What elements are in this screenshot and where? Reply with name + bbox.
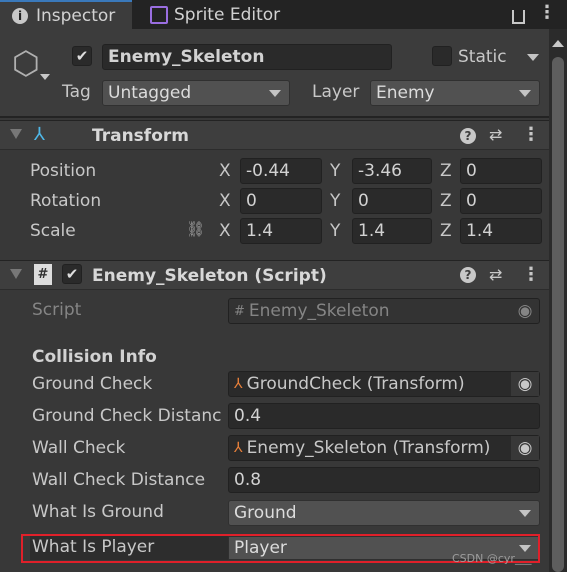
rotation-y-input[interactable]: 0	[352, 188, 432, 214]
presets-icon[interactable]: ⇄	[489, 265, 502, 284]
axis-label-y[interactable]: Y	[330, 191, 340, 211]
more-icon[interactable]: ⋮	[538, 2, 556, 23]
wall-check-field[interactable]: ⅄ Enemy_Skeleton (Transform) ◉	[228, 435, 540, 461]
check-icon: ✔	[75, 47, 89, 65]
check-icon: ✔	[65, 265, 79, 283]
axis-label-z[interactable]: Z	[440, 161, 452, 181]
foldout-arrow-icon[interactable]	[10, 269, 22, 279]
rotation-label: Rotation	[30, 191, 102, 211]
what-is-ground-label: What Is Ground	[32, 502, 164, 522]
rotation-x-input[interactable]: 0	[240, 188, 322, 214]
lock-icon[interactable]	[512, 10, 525, 24]
script-file-icon: #	[34, 264, 52, 285]
more-icon[interactable]: ⋮	[522, 124, 540, 145]
layer-dropdown[interactable]: Enemy	[370, 80, 540, 106]
scale-label: Scale	[30, 221, 76, 241]
tab-sprite-editor[interactable]: Sprite Editor	[150, 0, 280, 29]
tag-label: Tag	[62, 82, 91, 102]
axis-label-x[interactable]: X	[219, 191, 231, 211]
transform-icon: ⅄	[234, 376, 243, 392]
tag-dropdown[interactable]: Untagged	[102, 80, 290, 106]
position-y-input[interactable]: -3.46	[352, 158, 432, 184]
gameobject-cube-icon[interactable]: ⬡	[12, 44, 40, 82]
object-picker-icon[interactable]: ◉	[511, 436, 539, 460]
chevron-down-icon	[519, 510, 531, 517]
ground-check-value: GroundCheck (Transform)	[246, 374, 465, 394]
position-label: Position	[30, 161, 97, 181]
tab-inspector[interactable]: i Inspector	[0, 0, 132, 29]
wall-check-distance-label: Wall Check Distance	[32, 470, 206, 490]
wall-check-label: Wall Check	[32, 438, 126, 458]
script-enabled-checkbox[interactable]: ✔	[62, 264, 82, 284]
layer-label: Layer	[312, 82, 360, 102]
script-file-icon: #	[234, 303, 245, 319]
transform-icon: ⅄	[34, 124, 45, 145]
object-picker-icon[interactable]: ◉	[511, 372, 539, 396]
script-value: Enemy_Skeleton	[248, 301, 390, 321]
component-title: Enemy_Skeleton (Script)	[92, 266, 327, 286]
axis-label-x[interactable]: X	[219, 161, 231, 181]
scale-z-input[interactable]: 1.4	[460, 218, 542, 244]
help-icon[interactable]: ?	[460, 128, 476, 144]
component-title: Transform	[92, 126, 189, 146]
scrollbar-thumb[interactable]	[552, 57, 564, 572]
what-is-ground-dropdown[interactable]: Ground	[228, 500, 540, 526]
layer-value: Enemy	[376, 83, 435, 103]
foldout-arrow-icon[interactable]	[10, 129, 22, 139]
ground-check-distance-label: Ground Check Distanc	[32, 406, 222, 426]
static-label: Static	[458, 47, 507, 67]
more-icon[interactable]: ⋮	[522, 264, 540, 285]
name-input[interactable]: Enemy_Skeleton	[102, 44, 392, 70]
constrain-proportions-icon[interactable]: ⛓	[186, 220, 205, 238]
script-label: Script	[32, 300, 82, 320]
static-checkbox[interactable]	[432, 46, 452, 66]
tab-label: Inspector	[36, 5, 116, 26]
chevron-down-icon[interactable]	[40, 74, 50, 80]
chevron-down-icon	[519, 90, 531, 97]
script-field: # Enemy_Skeleton ◉	[228, 298, 540, 324]
rotation-z-input[interactable]: 0	[460, 188, 542, 214]
position-x-input[interactable]: -0.44	[240, 158, 322, 184]
presets-icon[interactable]: ⇄	[489, 125, 502, 144]
help-icon[interactable]: ?	[460, 267, 476, 283]
sprite-editor-icon	[150, 5, 168, 24]
ground-check-field[interactable]: ⅄ GroundCheck (Transform) ◉	[228, 371, 540, 397]
ground-check-distance-input[interactable]: 0.4	[228, 403, 540, 429]
section-heading: Collision Info	[32, 347, 157, 367]
scale-y-input[interactable]: 1.4	[352, 218, 432, 244]
wall-check-distance-input[interactable]: 0.8	[228, 467, 540, 493]
chevron-down-icon	[269, 90, 281, 97]
what-is-ground-value: Ground	[234, 503, 297, 523]
watermark: CSDN @cyr___	[452, 552, 532, 565]
info-icon: i	[12, 7, 28, 24]
axis-label-y[interactable]: Y	[330, 161, 340, 181]
axis-label-x[interactable]: X	[219, 221, 231, 241]
object-picker-icon: ◉	[517, 301, 533, 321]
static-dropdown-arrow[interactable]	[527, 54, 539, 61]
tag-value: Untagged	[108, 83, 192, 103]
axis-label-y[interactable]: Y	[330, 221, 340, 241]
wall-check-value: Enemy_Skeleton (Transform)	[246, 438, 491, 458]
axis-label-z[interactable]: Z	[440, 221, 452, 241]
scale-x-input[interactable]: 1.4	[240, 218, 322, 244]
position-z-input[interactable]: 0	[460, 158, 542, 184]
tab-label: Sprite Editor	[174, 4, 281, 25]
ground-check-label: Ground Check	[32, 374, 153, 394]
scroll-up-arrow[interactable]	[552, 40, 564, 47]
active-checkbox[interactable]: ✔	[72, 46, 92, 66]
axis-label-z[interactable]: Z	[440, 191, 452, 211]
transform-icon: ⅄	[234, 440, 243, 456]
